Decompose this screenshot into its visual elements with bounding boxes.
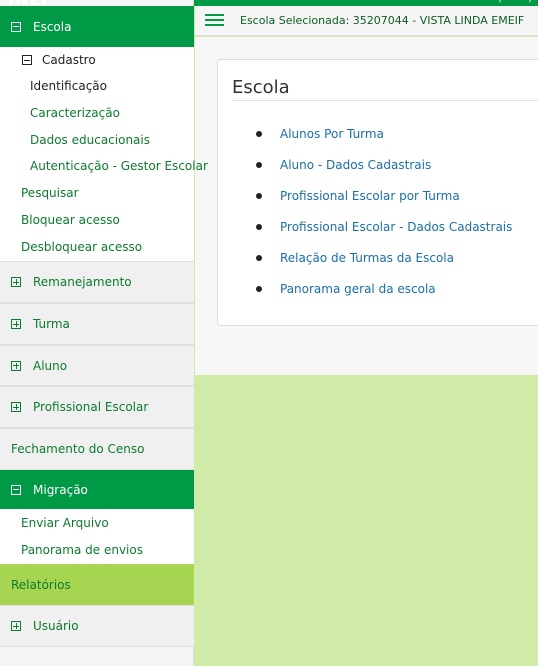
sidebar-section-label: Profissional Escolar: [33, 400, 149, 414]
report-link-panorama-geral[interactable]: Panorama geral da escola: [256, 282, 512, 313]
hamburger-menu-icon[interactable]: [205, 14, 224, 26]
sidebar-section-usuario[interactable]: Usuário: [0, 605, 194, 647]
sidebar-item-enviar-arquivo[interactable]: Enviar Arquivo: [21, 516, 109, 530]
sidebar-item-caracterizacao[interactable]: Caracterização: [30, 106, 120, 120]
expand-icon: [11, 319, 21, 329]
sidebar-section-fechamento-censo[interactable]: Fechamento do Censo: [0, 428, 194, 470]
sidebar-section-label: Usuário: [33, 619, 79, 633]
sidebar-section-profissional-escolar[interactable]: Profissional Escolar: [0, 386, 194, 428]
sidebar-section-remanejamento[interactable]: Remanejamento: [0, 261, 194, 303]
expand-icon: [11, 277, 21, 287]
sidebar-item-identificacao[interactable]: Identificação: [30, 79, 107, 93]
report-link-relacao-turmas[interactable]: Relação de Turmas da Escola: [256, 251, 512, 282]
migracao-submenu: Enviar Arquivo Panorama de envios: [0, 509, 194, 564]
divider: [232, 100, 538, 101]
report-list: Alunos Por Turma Aluno - Dados Cadastrai…: [256, 127, 512, 313]
sidebar-section-label: Relatórios: [11, 577, 71, 592]
escola-submenu: Cadastro Identificação Caracterização Da…: [0, 47, 208, 261]
sidebar-section-label: Remanejamento: [33, 275, 132, 289]
collapse-icon: [11, 484, 21, 495]
sidebar-item-pesquisar[interactable]: Pesquisar: [21, 186, 79, 200]
sidebar: Escola Cadastro Identificação Caracteriz…: [0, 0, 208, 666]
report-link-profissional-dados-cadastrais[interactable]: Profissional Escolar - Dados Cadastrais: [256, 220, 512, 251]
sidebar-section-relatorios[interactable]: Relatórios: [0, 564, 194, 605]
main-content: Escola Alunos Por Turma Aluno - Dados Ca…: [195, 37, 538, 375]
sidebar-section-label: Aluno: [33, 358, 68, 373]
reports-card: Escola Alunos Por Turma Aluno - Dados Ca…: [217, 59, 538, 326]
sidebar-section-label: Migração: [33, 482, 88, 497]
collapse-icon: [11, 21, 21, 32]
app-logo[interactable]: INEP: [8, 0, 54, 8]
sidebar-item-desbloquear-acesso[interactable]: Desbloquear acesso: [21, 240, 142, 254]
card-title: Escola: [232, 77, 290, 98]
expand-icon: [11, 402, 21, 412]
sidebar-section-migracao[interactable]: Migração: [0, 470, 194, 509]
report-link-profissional-por-turma[interactable]: Profissional Escolar por Turma: [256, 189, 512, 220]
top-header: Escola Selecionada: 35207044 - VISTA LIN…: [195, 6, 538, 36]
user-info-fragment[interactable]: ( ~ ~ ): [498, 0, 532, 4]
sidebar-section-escola[interactable]: Escola: [0, 6, 194, 47]
sidebar-section-turma[interactable]: Turma: [0, 303, 194, 345]
sidebar-section-label: Fechamento do Censo: [11, 442, 145, 456]
sidebar-section-label: Turma: [33, 317, 70, 331]
sidebar-section-aluno[interactable]: Aluno: [0, 345, 194, 386]
sidebar-item-panorama-envios[interactable]: Panorama de envios: [21, 543, 143, 557]
expand-icon: [11, 360, 21, 371]
sidebar-subsection-label: Cadastro: [42, 53, 96, 67]
expand-icon: [11, 621, 21, 631]
sidebar-item-bloquear-acesso[interactable]: Bloquear acesso: [21, 213, 120, 227]
selected-school-label: Escola Selecionada: 35207044 - VISTA LIN…: [240, 14, 525, 27]
sidebar-section-label: Escola: [33, 19, 72, 34]
sidebar-item-autenticacao-gestor[interactable]: Autenticação - Gestor Escolar: [30, 159, 208, 173]
sidebar-item-dados-educacionais[interactable]: Dados educacionais: [30, 133, 150, 147]
sidebar-subsection-cadastro[interactable]: Cadastro: [0, 52, 194, 68]
report-link-alunos-por-turma[interactable]: Alunos Por Turma: [256, 127, 512, 158]
report-link-aluno-dados-cadastrais[interactable]: Aluno - Dados Cadastrais: [256, 158, 512, 189]
collapse-icon: [22, 55, 32, 65]
